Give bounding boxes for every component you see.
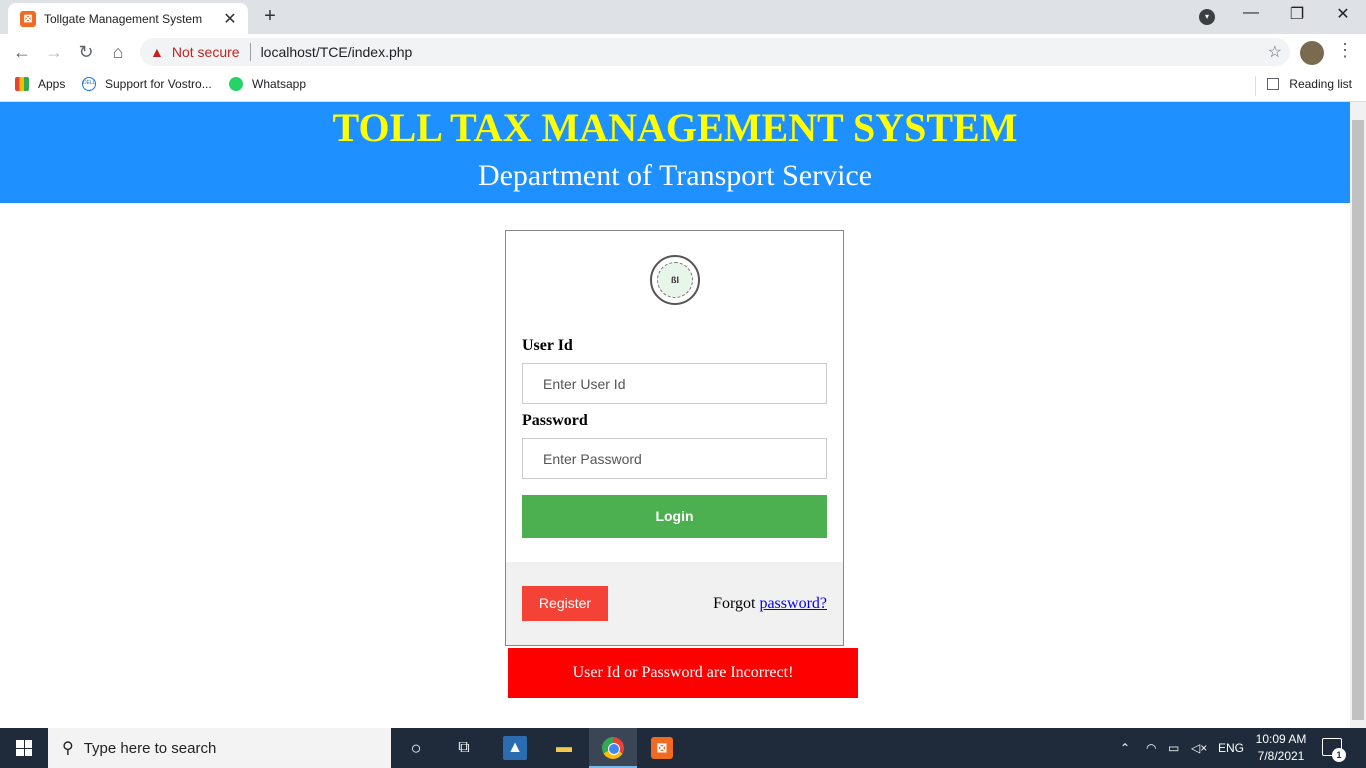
windows-logo-icon xyxy=(16,740,32,756)
security-status[interactable]: Not secure xyxy=(172,44,240,60)
reading-list-button[interactable]: Reading list xyxy=(1267,77,1352,91)
bookmarks-divider xyxy=(1255,76,1256,96)
start-button[interactable] xyxy=(0,728,48,768)
page-subtitle: Department of Transport Service xyxy=(477,159,873,192)
bookmark-label: Support for Vostro... xyxy=(105,77,212,91)
tab-title: Tollgate Management System xyxy=(44,11,203,26)
scrollbar-thumb[interactable] xyxy=(1352,120,1364,720)
battery-icon[interactable]: ▭ xyxy=(1168,728,1179,768)
forward-arrow-icon[interactable]: → xyxy=(42,40,66,64)
browser-tab-strip: ⊠ Tollgate Management System ✕ + ▾ — ❐ ✕ xyxy=(0,0,1366,34)
login-button[interactable]: Login xyxy=(522,495,827,538)
xampp-icon: ⊠ xyxy=(651,737,673,759)
emblem-icon: ßI xyxy=(657,262,693,298)
windows-taskbar: ⚲ Type here to search ○ ⧉ ▲ ▬ ⊠ ⌃ ◠ ▭ ◁×… xyxy=(0,728,1366,768)
forgot-password: Forgot password? xyxy=(713,595,827,613)
show-hidden-icons[interactable]: ⌃ xyxy=(1120,728,1130,768)
photos-icon[interactable]: ▲ xyxy=(503,736,527,760)
url-text[interactable]: localhost/TCE/index.php xyxy=(261,44,413,60)
browser-menu-icon[interactable]: ⋮ xyxy=(1336,40,1354,61)
bookmark-dell-support[interactable]: DELL Support for Vostro... xyxy=(82,77,212,91)
xampp-taskbar-button[interactable]: ⊠ xyxy=(650,736,674,760)
tab-search-icon[interactable]: ▾ xyxy=(1199,9,1215,25)
browser-tab[interactable]: ⊠ Tollgate Management System ✕ xyxy=(8,3,248,34)
cortana-icon[interactable]: ○ xyxy=(404,736,428,760)
language-indicator[interactable]: ENG xyxy=(1218,728,1244,768)
password-input[interactable] xyxy=(522,438,827,479)
task-view-icon[interactable]: ⧉ xyxy=(452,736,476,760)
new-tab-button[interactable]: + xyxy=(258,5,282,28)
login-form: ßI User Id Password Login Register Forgo… xyxy=(505,230,844,646)
search-icon: ⚲ xyxy=(62,740,74,757)
page-scrollbar[interactable] xyxy=(1350,102,1366,728)
login-footer: Register Forgot password? xyxy=(506,562,843,645)
bookmarks-bar: Apps DELL Support for Vostro... Whatsapp… xyxy=(0,70,1366,102)
reading-list-icon xyxy=(1267,78,1280,90)
register-button[interactable]: Register xyxy=(522,586,608,621)
header-banner: TOLL TAX MANAGEMENT SYSTEM Department of… xyxy=(0,102,1350,203)
error-message: User Id or Password are Incorrect! xyxy=(508,648,858,698)
system-clock[interactable]: 10:09 AM 7/8/2021 xyxy=(1248,731,1314,765)
address-separator xyxy=(249,43,251,61)
reload-icon[interactable]: ↻ xyxy=(74,40,98,64)
warning-triangle-icon: ▲ xyxy=(150,44,164,60)
profile-avatar[interactable] xyxy=(1300,41,1324,65)
xampp-favicon-icon: ⊠ xyxy=(20,10,36,27)
bookmark-whatsapp[interactable]: Whatsapp xyxy=(229,77,306,91)
bookmark-apps[interactable]: Apps xyxy=(15,77,65,91)
reading-list-label: Reading list xyxy=(1289,77,1352,91)
user-id-label: User Id xyxy=(522,337,573,354)
wifi-icon[interactable]: ◠ xyxy=(1146,728,1156,768)
user-id-input[interactable] xyxy=(522,363,827,404)
apps-grid-icon xyxy=(15,77,29,91)
page-title: TOLL TAX MANAGEMENT SYSTEM xyxy=(332,105,1018,150)
taskbar-search[interactable]: ⚲ Type here to search xyxy=(48,728,391,768)
forgot-password-link[interactable]: password? xyxy=(759,595,827,612)
dell-icon: DELL xyxy=(82,77,96,91)
chrome-taskbar-button[interactable] xyxy=(589,728,637,768)
page-viewport: TOLL TAX MANAGEMENT SYSTEM Department of… xyxy=(0,102,1350,728)
clock-date: 7/8/2021 xyxy=(1257,749,1305,763)
address-bar[interactable]: ▲ Not secure localhost/TCE/index.php ☆ xyxy=(140,38,1290,66)
close-window-button[interactable]: ✕ xyxy=(1320,4,1366,24)
home-icon[interactable]: ⌂ xyxy=(106,40,130,64)
forgot-text: Forgot xyxy=(713,595,756,612)
volume-muted-icon[interactable]: ◁× xyxy=(1191,728,1207,768)
password-label: Password xyxy=(522,412,588,429)
whatsapp-icon xyxy=(229,77,243,91)
chrome-icon xyxy=(602,737,624,759)
bookmark-label: Whatsapp xyxy=(252,77,307,91)
back-arrow-icon[interactable]: ← xyxy=(10,40,34,64)
notification-badge: 1 xyxy=(1332,748,1346,762)
search-placeholder: Type here to search xyxy=(83,739,217,757)
clock-time: 10:09 AM xyxy=(1255,732,1307,746)
bookmark-star-icon[interactable]: ☆ xyxy=(1268,42,1282,62)
browser-toolbar: ← → ↻ ⌂ ▲ Not secure localhost/TCE/index… xyxy=(0,34,1366,70)
bookmark-label: Apps xyxy=(38,77,66,91)
restore-button[interactable]: ❐ xyxy=(1274,4,1320,24)
minimize-button[interactable]: — xyxy=(1228,4,1274,22)
tab-close-icon[interactable]: ✕ xyxy=(220,9,240,29)
file-explorer-icon[interactable]: ▬ xyxy=(552,736,576,760)
department-logo: ßI xyxy=(650,255,700,305)
